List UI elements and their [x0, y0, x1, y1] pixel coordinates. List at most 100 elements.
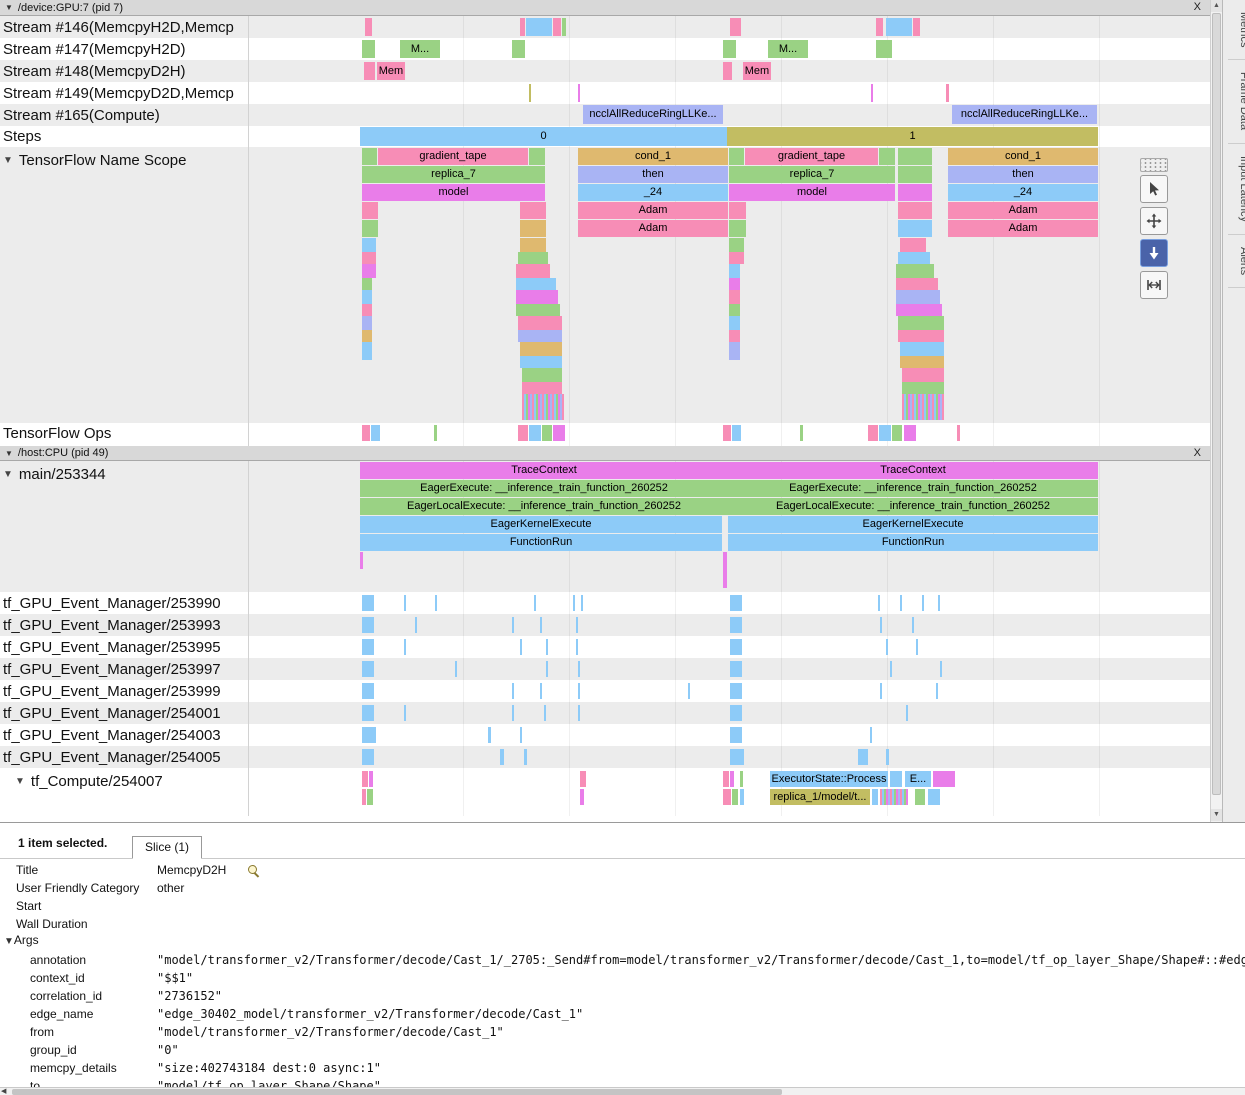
trace-slice[interactable] [520, 639, 522, 655]
trace-slice[interactable] [512, 683, 514, 699]
trace-slice[interactable] [522, 394, 564, 420]
trace-slice[interactable]: _24 [578, 184, 728, 201]
trace-slice[interactable] [526, 18, 552, 36]
trace-slice[interactable]: cond_1 [948, 148, 1098, 165]
collapse-arrow-icon[interactable]: ▼ [3, 469, 13, 480]
trace-slice[interactable] [872, 789, 878, 805]
trace-slice[interactable]: model [729, 184, 895, 201]
trace-slice[interactable] [362, 771, 368, 787]
trace-slice[interactable] [729, 148, 744, 165]
trace-slice[interactable]: then [578, 166, 728, 183]
trace-slice[interactable] [434, 425, 437, 441]
trace-slice[interactable] [902, 382, 944, 394]
trace-slice[interactable] [362, 595, 374, 611]
trace-slice[interactable]: Mem [743, 62, 771, 80]
trace-slice[interactable] [516, 290, 558, 304]
trace-slice[interactable] [520, 18, 525, 36]
row-label[interactable]: tf_GPU_Event_Manager/253997 [0, 658, 247, 680]
trace-slice[interactable] [928, 789, 940, 805]
trace-slice[interactable] [902, 394, 944, 420]
trace-slice[interactable] [938, 595, 940, 611]
trace-slice[interactable] [729, 342, 740, 360]
trace-slice[interactable] [367, 789, 373, 805]
trace-slice[interactable] [729, 202, 746, 219]
trace-slice[interactable] [933, 771, 955, 787]
trace-slice[interactable] [880, 617, 882, 633]
trace-slice[interactable] [729, 290, 740, 304]
trace-slice[interactable] [906, 705, 908, 721]
trace-slice[interactable] [922, 595, 924, 611]
trace-slice[interactable] [362, 330, 372, 342]
trace-slice[interactable]: M... [400, 40, 440, 58]
trace-slice[interactable]: cond_1 [578, 148, 728, 165]
trace-slice[interactable] [520, 342, 562, 356]
trace-slice[interactable] [562, 18, 566, 36]
trace-slice[interactable] [362, 683, 374, 699]
trace-slice[interactable] [730, 639, 742, 655]
trace-slice[interactable] [576, 617, 578, 633]
trace-slice[interactable] [534, 595, 536, 611]
trace-slice[interactable] [740, 771, 743, 787]
trace-slice[interactable] [902, 368, 944, 382]
collapse-arrow-icon[interactable]: ▼ [5, 449, 13, 458]
trace-slice[interactable] [878, 595, 880, 611]
trace-slice[interactable]: Adam [948, 220, 1098, 237]
trace-slice[interactable] [529, 148, 545, 165]
trace-slice[interactable] [516, 264, 550, 278]
trace-slice[interactable] [880, 789, 908, 805]
trace-slice[interactable] [896, 304, 942, 316]
trace-slice[interactable] [730, 595, 742, 611]
trace-slice[interactable]: 1 [727, 127, 1098, 146]
trace-slice[interactable] [896, 264, 934, 278]
trace-slice[interactable] [898, 166, 932, 183]
trace-slice[interactable]: FunctionRun [728, 534, 1098, 551]
sidebar-tab-input-latency[interactable]: Input Latency [1228, 144, 1245, 235]
trace-slice[interactable] [729, 220, 746, 237]
row-label[interactable]: TensorFlow Ops [0, 423, 247, 443]
trace-slice[interactable] [529, 84, 531, 102]
trace-slice[interactable] [362, 342, 372, 360]
trace-slice[interactable] [904, 425, 916, 441]
trace-slice[interactable] [730, 617, 742, 633]
trace-slice[interactable] [898, 330, 944, 342]
trace-slice[interactable]: TraceContext [360, 462, 728, 479]
close-icon[interactable]: X [1194, 1, 1201, 13]
trace-slice[interactable] [512, 617, 514, 633]
trace-slice[interactable] [362, 425, 370, 441]
trace-slice[interactable] [896, 290, 940, 304]
trace-slice[interactable] [729, 278, 740, 290]
trace-slice[interactable] [360, 552, 363, 569]
trace-slice[interactable] [580, 789, 584, 805]
row-label[interactable]: Stream #146(MemcpyH2D,Memcp [0, 16, 247, 38]
section-header-host-cpu[interactable]: ▼/host:CPU (pid 49)X [0, 446, 1210, 461]
trace-slice[interactable] [546, 639, 548, 655]
trace-slice[interactable] [520, 202, 546, 219]
trace-slice[interactable] [500, 749, 504, 765]
pan-mode-button[interactable] [1140, 207, 1168, 235]
horizontal-scroll-thumb[interactable] [12, 1089, 782, 1095]
trace-slice[interactable] [886, 18, 912, 36]
trace-slice[interactable] [365, 18, 372, 36]
trace-slice[interactable] [404, 639, 406, 655]
trace-slice[interactable] [858, 749, 868, 765]
trace-slice[interactable]: 0 [360, 127, 727, 146]
trace-slice[interactable]: Adam [578, 220, 728, 237]
trace-slice[interactable] [729, 252, 744, 264]
trace-slice[interactable] [886, 749, 889, 765]
toolbar-drag-handle-icon[interactable] [1140, 158, 1168, 172]
trace-slice[interactable]: Adam [578, 202, 728, 219]
trace-slice[interactable]: FunctionRun [360, 534, 722, 551]
trace-slice[interactable] [880, 683, 882, 699]
trace-slice[interactable] [946, 84, 949, 102]
trace-slice[interactable] [581, 595, 583, 611]
search-icon[interactable] [248, 865, 257, 874]
row-label[interactable]: Steps [0, 126, 247, 147]
trace-slice[interactable] [362, 304, 372, 316]
trace-slice[interactable] [915, 789, 925, 805]
section-header-device-gpu-7[interactable]: ▼/device:GPU:7 (pid 7)X [0, 0, 1210, 16]
trace-slice[interactable] [912, 617, 914, 633]
trace-slice[interactable] [404, 705, 406, 721]
trace-slice[interactable] [488, 727, 491, 743]
trace-slice[interactable] [896, 278, 938, 290]
trace-slice[interactable] [913, 18, 920, 36]
